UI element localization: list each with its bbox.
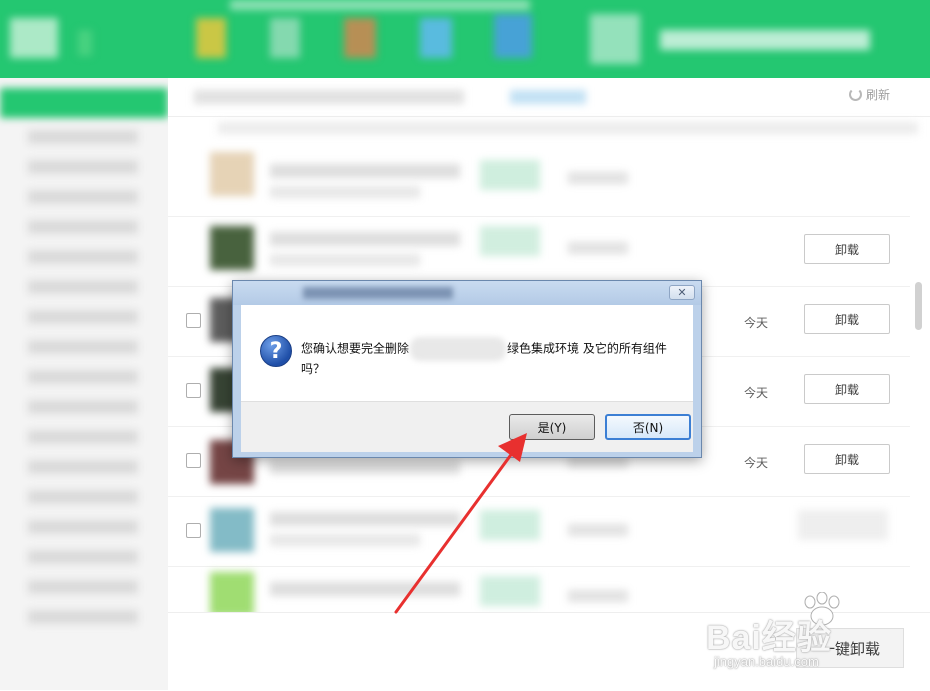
baidu-watermark: Bai经验 jingyan.baidu.com (706, 592, 896, 672)
dialog-message: 您确认想要完全删除 绿色集成环境 及它的所有组件 吗？ (301, 337, 681, 378)
dialog-title-bar[interactable]: ✕ (233, 281, 701, 305)
redacted-app-name (410, 337, 507, 361)
dialog-title-text (303, 287, 453, 299)
dialog-button-bar: 是(Y) 否(N) (241, 401, 693, 452)
close-icon: ✕ (677, 286, 687, 299)
watermark-url: jingyan.baidu.com (714, 654, 819, 669)
yes-button[interactable]: 是(Y) (509, 414, 595, 440)
question-icon: ? (260, 335, 292, 367)
message-suffix: 绿色集成环境 及它的所有组件 (507, 341, 667, 356)
no-button[interactable]: 否(N) (605, 414, 691, 440)
dialog-body: ? 您确认想要完全删除 绿色集成环境 及它的所有组件 吗？ (241, 305, 693, 401)
watermark-main: Bai经验 (706, 619, 832, 657)
dialog-close-button[interactable]: ✕ (669, 285, 695, 300)
message-prefix: 您确认想要完全删除 (301, 341, 410, 356)
confirm-dialog: ✕ ? 您确认想要完全删除 绿色集成环境 及它的所有组件 吗？ 是(Y) 否(N) (232, 280, 702, 458)
message-line2: 吗？ (301, 362, 326, 376)
question-glyph: ? (269, 338, 283, 364)
